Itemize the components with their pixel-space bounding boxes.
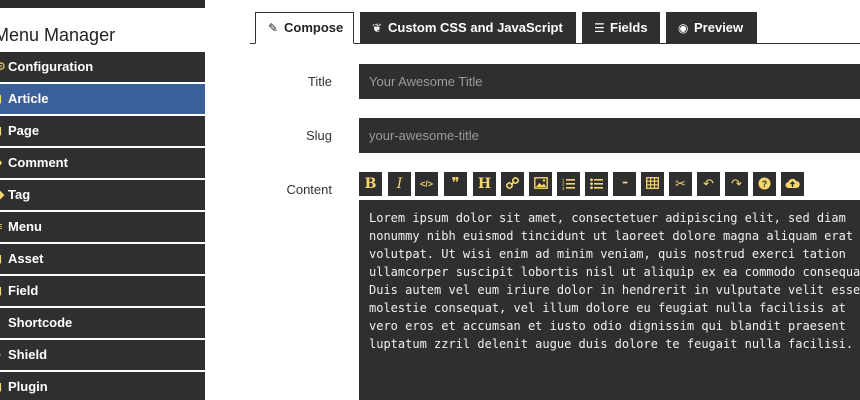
image-button[interactable] <box>529 172 552 196</box>
content-editor[interactable]: Lorem ipsum dolor sit amet, consectetuer… <box>359 200 860 400</box>
sidebar-item-label: Field <box>8 283 39 298</box>
plug-icon: ▮ <box>0 372 2 400</box>
sidebar-item-label: Comment <box>8 155 68 170</box>
file-icon: ▮ <box>0 84 2 114</box>
sidebar-item-tag[interactable]: ◆ Tag <box>0 180 205 210</box>
editor-toolbar: B I </> ❞ H 1 2 3 ••• ✂ ↶ ↷? <box>359 172 860 196</box>
folder-icon: ▮ <box>0 244 2 274</box>
link-button[interactable] <box>501 172 524 196</box>
slug-label: Slug <box>305 128 332 143</box>
redo-button[interactable]: ↷ <box>725 172 748 196</box>
sidebar-item-article[interactable]: ▮ Article <box>0 84 205 114</box>
quote-button[interactable]: ❞ <box>444 172 467 196</box>
editor-tabs: ✎ Compose ❦ Custom CSS and JavaScript ☰ Field… <box>250 12 860 44</box>
sidebar-item-configuration[interactable]: ⚙ Configuration <box>0 52 205 82</box>
sidebar-title: Menu Manager <box>0 25 116 45</box>
tab-label: Preview <box>694 20 744 35</box>
code-button[interactable]: </> <box>415 172 438 196</box>
menu-icon: ≡ <box>0 212 2 242</box>
tab-label: Compose <box>284 20 344 35</box>
cogs-icon: ⚙ <box>0 61 6 73</box>
sidebar-item-label: Tag <box>8 187 31 202</box>
sidebar-item-plugin[interactable]: ▮ Plugin <box>0 372 205 400</box>
tab-custom-css-and-javascript[interactable]: ❦ Custom CSS and JavaScript <box>360 12 576 43</box>
tag-icon: ◆ <box>0 189 5 201</box>
sidebar-item-shortcode[interactable]: ‹Shortcode <box>0 308 205 338</box>
tab-label: Fields <box>610 20 648 35</box>
sidebar-item-label: Asset <box>8 251 44 266</box>
heading-button[interactable]: H <box>473 172 496 196</box>
sidebar-item-shield[interactable]: ◗ Shield <box>0 340 205 370</box>
sidebar-item-asset[interactable]: ▮ Asset <box>0 244 205 274</box>
help-button[interactable]: ? <box>753 172 776 196</box>
leaf-icon: ❦ <box>372 21 383 35</box>
svg-text:3: 3 <box>562 186 565 190</box>
content-label: Content <box>286 182 332 197</box>
sidebar: Menu Manager ⚙Configuration▮Article▮Page… <box>0 0 205 400</box>
svg-text:?: ? <box>762 179 768 189</box>
pencil-icon: ✎ <box>268 21 279 35</box>
sidebar-item-label: Shortcode <box>8 315 73 330</box>
sidebar-menu: ⚙Configuration▮Article▮Page●Comment◆Tag≡… <box>0 52 205 400</box>
more-button[interactable]: ••• <box>613 172 636 196</box>
sidebar-item-label: Menu <box>8 219 42 234</box>
italic-button[interactable]: I <box>388 172 411 196</box>
title-label: Title <box>307 74 332 89</box>
file-icon: ▮ <box>0 116 2 146</box>
slug-input[interactable] <box>359 118 860 153</box>
eye-icon: ◉ <box>678 21 689 35</box>
sidebar-item-page[interactable]: ▮ Page <box>0 116 205 146</box>
table-button[interactable] <box>641 172 664 196</box>
sidebar-item-label: Configuration <box>8 59 94 74</box>
sidebar-top-bar <box>0 0 205 8</box>
sidebar-item-menu[interactable]: ≡ Menu <box>0 212 205 242</box>
upload-button[interactable] <box>781 172 804 196</box>
sidebar-item-comment[interactable]: ● Comment <box>0 148 205 178</box>
field-icon: ▮ <box>0 276 2 306</box>
sidebar-item-label: Shield <box>8 347 48 362</box>
tab-compose[interactable]: ✎ Compose <box>255 12 354 44</box>
bold-button[interactable]: B <box>359 172 382 196</box>
sidebar-item-field[interactable]: ▮ Field <box>0 276 205 306</box>
comment-icon: ● <box>0 148 3 178</box>
sidebar-item-label: Plugin <box>8 379 48 394</box>
list-icon: ☰ <box>594 21 605 35</box>
shield-icon: ◗ <box>0 340 3 370</box>
sidebar-item-label: Article <box>8 91 49 106</box>
unordered-list-button[interactable] <box>585 172 608 196</box>
title-input[interactable] <box>359 64 860 99</box>
tab-preview[interactable]: ◉ Preview <box>666 12 757 43</box>
cut-button[interactable]: ✂ <box>669 172 692 196</box>
tab-label: Custom CSS and JavaScript <box>388 20 563 35</box>
sidebar-item-label: Page <box>8 123 40 138</box>
ordered-list-button[interactable]: 123 <box>557 172 580 196</box>
tab-fields[interactable]: ☰ Fields <box>582 12 660 43</box>
undo-button[interactable]: ↶ <box>697 172 720 196</box>
